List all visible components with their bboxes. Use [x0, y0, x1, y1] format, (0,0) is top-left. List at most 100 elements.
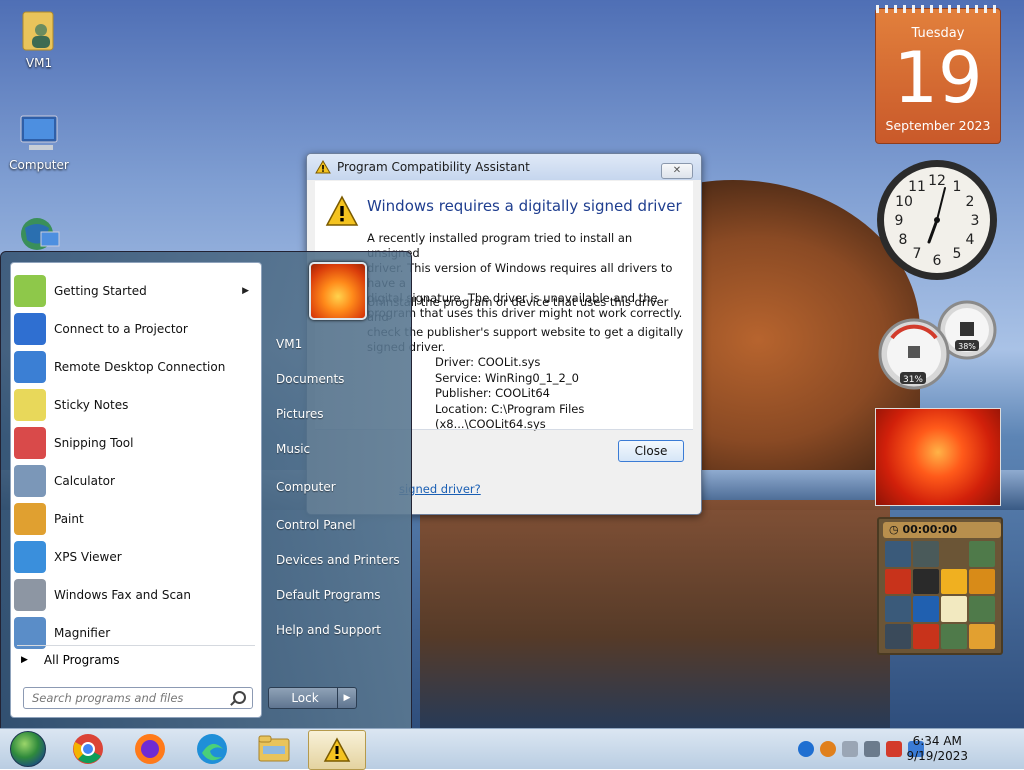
dialog-close-button[interactable]: ✕: [661, 163, 693, 179]
program-calculator[interactable]: Calculator: [11, 463, 261, 499]
program-label: Paint: [54, 512, 84, 526]
cpu-chip-icon: [908, 346, 920, 358]
puzzle-tile[interactable]: [885, 541, 911, 567]
xps-viewer-icon: [14, 541, 46, 573]
start-search-input[interactable]: Search programs and files: [23, 687, 253, 709]
volume-muted-icon[interactable]: [842, 741, 858, 757]
dialog-instructions: Uninstall the program or device that use…: [367, 295, 685, 355]
driver-service: Service: WinRing0_1_2_0: [435, 370, 579, 385]
start-button[interactable]: [0, 730, 56, 768]
calendar-gadget[interactable]: Tuesday 19 September 2023: [875, 5, 1001, 144]
taskbar-clock[interactable]: 6:34 AM 9/19/2023: [906, 734, 968, 764]
picture-puzzle-gadget[interactable]: ◷ 00:00:00: [877, 517, 1003, 655]
program-getting-started[interactable]: Getting Started ▶: [11, 273, 261, 309]
clock-number: 1: [953, 179, 962, 195]
dialog-titlebar[interactable]: Program Compatibility Assistant: [307, 154, 701, 180]
puzzle-tile[interactable]: [941, 568, 967, 594]
desktop-icon-computer[interactable]: Computer: [4, 112, 74, 172]
start-link-pictures[interactable]: Pictures: [276, 407, 324, 421]
puzzle-tile[interactable]: [885, 568, 911, 594]
start-link-devices-printers[interactable]: Devices and Printers: [276, 553, 400, 567]
clock-number: 3: [971, 213, 980, 229]
taskbar-compatibility-assistant[interactable]: [308, 730, 366, 770]
desktop-icon-vm1[interactable]: VM1: [4, 8, 74, 70]
program-snipping-tool[interactable]: Snipping Tool: [11, 425, 261, 461]
all-programs-button[interactable]: ▶ All Programs: [21, 653, 120, 667]
puzzle-tile[interactable]: [913, 568, 939, 594]
projector-icon: [14, 313, 46, 345]
puzzle-tile[interactable]: [969, 541, 995, 567]
program-sticky-notes[interactable]: Sticky Notes: [11, 387, 261, 423]
clock-number: 10: [895, 194, 913, 210]
puzzle-tile[interactable]: [913, 596, 939, 622]
program-label: Magnifier: [54, 626, 111, 640]
puzzle-tile[interactable]: [969, 623, 995, 649]
puzzle-tile[interactable]: [885, 623, 911, 649]
driver-location: Location: C:\Program Files (x8...\COOLit…: [435, 401, 585, 432]
desktop-icon-network[interactable]: [4, 214, 74, 252]
taskbar-firefox[interactable]: [122, 730, 178, 768]
all-programs-label: All Programs: [43, 653, 120, 667]
program-remote-desktop[interactable]: Remote Desktop Connection: [11, 349, 261, 385]
tray-app-icon[interactable]: [798, 741, 814, 757]
program-paint[interactable]: Paint: [11, 501, 261, 537]
start-link-help-support[interactable]: Help and Support: [276, 623, 381, 637]
puzzle-tile[interactable]: [941, 596, 967, 622]
puzzle-tile[interactable]: [913, 623, 939, 649]
lock-button[interactable]: Lock: [268, 687, 342, 709]
start-menu: Getting Started ▶ Connect to a Projector…: [0, 251, 412, 728]
slideshow-gadget[interactable]: [875, 408, 1001, 506]
clock-number: 2: [966, 194, 975, 210]
all-programs-arrow-icon: ▶: [21, 655, 28, 665]
action-center-flag-icon[interactable]: [886, 741, 902, 757]
network-icon[interactable]: [864, 741, 880, 757]
windows-orb-icon: [10, 731, 46, 767]
taskbar-chrome[interactable]: [60, 730, 116, 768]
calendar-date: 19: [893, 37, 983, 119]
dialog-close-action-button[interactable]: Close: [618, 440, 684, 462]
warning-icon: [323, 737, 351, 762]
taskbar-edge[interactable]: [184, 730, 240, 768]
cpu-meter-gadget[interactable]: 31% 38%: [872, 298, 1002, 390]
start-link-computer[interactable]: Computer: [276, 480, 336, 494]
search-icon[interactable]: [233, 691, 246, 704]
puzzle-timer: ◷ 00:00:00: [883, 522, 1001, 538]
user-avatar[interactable]: [309, 262, 367, 320]
start-link-control-panel[interactable]: Control Panel: [276, 518, 356, 532]
clock-gadget[interactable]: 12 1 2 3 4 5 6 7 8 9 10 11: [875, 158, 999, 282]
start-link-music[interactable]: Music: [276, 442, 310, 456]
clock-number: 9: [895, 213, 904, 229]
snipping-tool-icon: [14, 427, 46, 459]
puzzle-tile[interactable]: [969, 596, 995, 622]
puzzle-tile[interactable]: [969, 568, 995, 594]
puzzle-tile[interactable]: [913, 541, 939, 567]
program-connect-projector[interactable]: Connect to a Projector: [11, 311, 261, 347]
user-folder-icon: [22, 11, 54, 51]
fax-scan-icon: [14, 579, 46, 611]
taskbar: 6:34 AM 9/19/2023: [0, 728, 1024, 770]
desktop-icon-label: Computer: [9, 158, 69, 172]
warning-large-icon: [325, 195, 359, 226]
clock-number: 12: [928, 173, 946, 189]
program-fax-scan[interactable]: Windows Fax and Scan: [11, 577, 261, 613]
puzzle-tile[interactable]: [941, 623, 967, 649]
dialog-heading: Windows requires a digitally signed driv…: [367, 197, 682, 215]
program-xps-viewer[interactable]: XPS Viewer: [11, 539, 261, 575]
program-label: Connect to a Projector: [54, 322, 188, 336]
puzzle-tile[interactable]: [941, 541, 967, 567]
puzzle-grid: [885, 541, 995, 649]
start-link-documents[interactable]: Documents: [276, 372, 344, 386]
puzzle-tile[interactable]: [885, 596, 911, 622]
puzzle-timer-value: 00:00:00: [902, 523, 958, 536]
taskbar-explorer[interactable]: [246, 730, 302, 768]
calculator-icon: [14, 465, 46, 497]
calendar-month: September 2023: [885, 118, 991, 133]
dialog-title: Program Compatibility Assistant: [337, 160, 530, 174]
program-label: Getting Started: [54, 284, 147, 298]
program-label: Sticky Notes: [54, 398, 129, 412]
start-link-vm1[interactable]: VM1: [276, 337, 302, 351]
clock-number: 8: [899, 232, 908, 248]
tray-search-icon[interactable]: [820, 741, 836, 757]
shutdown-options-button[interactable]: ▶: [337, 687, 357, 709]
start-link-default-programs[interactable]: Default Programs: [276, 588, 381, 602]
